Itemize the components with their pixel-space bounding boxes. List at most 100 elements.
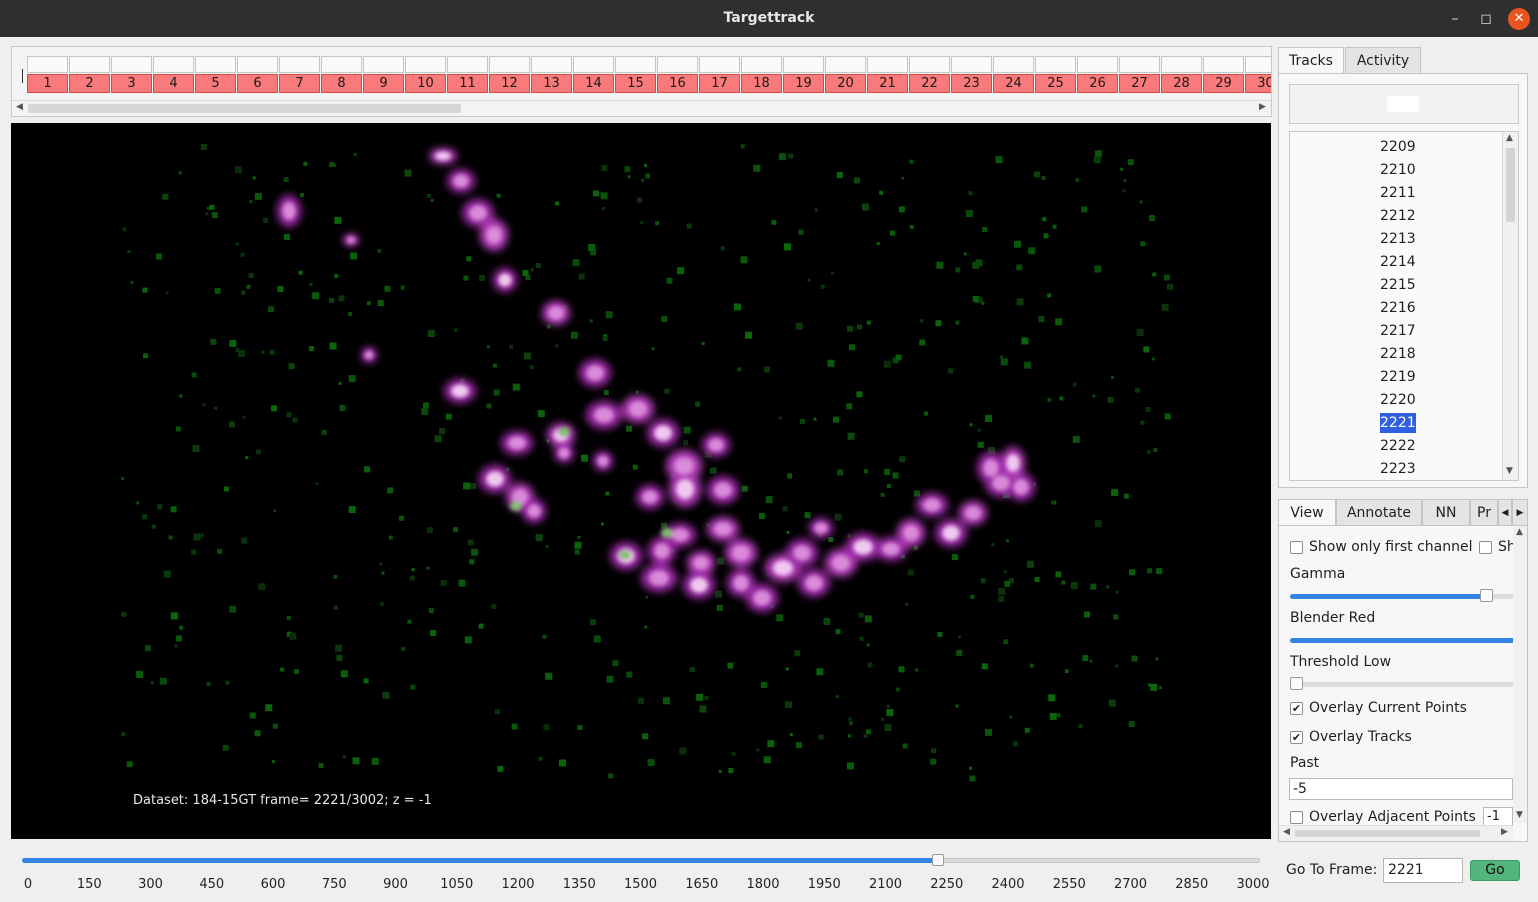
- frame-slot[interactable]: [195, 56, 236, 73]
- frame-cell-3[interactable]: 3: [111, 74, 152, 93]
- scroll-down-icon[interactable]: ▼: [1516, 810, 1523, 820]
- scrollbar-thumb[interactable]: [1506, 148, 1515, 222]
- scrollbar-thumb[interactable]: [28, 104, 461, 113]
- frame-strip-scrollbar[interactable]: ◀ ▶: [12, 100, 1271, 116]
- track-list-item[interactable]: 2217: [1380, 321, 1416, 341]
- frame-slot[interactable]: [867, 56, 908, 73]
- frame-slot[interactable]: [1161, 56, 1202, 73]
- frame-slot[interactable]: [153, 56, 194, 73]
- frame-cell-22[interactable]: 22: [909, 74, 950, 93]
- frame-slot[interactable]: [573, 56, 614, 73]
- frame-slot[interactable]: [1245, 56, 1271, 73]
- track-list-item[interactable]: 2222: [1380, 436, 1416, 456]
- frame-cell-12[interactable]: 12: [489, 74, 530, 93]
- frame-cell-2[interactable]: 2: [69, 74, 110, 93]
- frame-cell-23[interactable]: 23: [951, 74, 992, 93]
- frame-cell-24[interactable]: 24: [993, 74, 1034, 93]
- show-second-checkbox[interactable]: [1479, 541, 1492, 554]
- frame-slot[interactable]: [447, 56, 488, 73]
- past-input[interactable]: -5: [1289, 778, 1513, 800]
- frame-cell-16[interactable]: 16: [657, 74, 698, 93]
- track-list-item[interactable]: 2219: [1380, 367, 1416, 387]
- frame-cell-30[interactable]: 30: [1245, 74, 1271, 93]
- frame-cell-7[interactable]: 7: [279, 74, 320, 93]
- track-list-item[interactable]: 2218: [1380, 344, 1416, 364]
- track-list-item[interactable]: 2210: [1380, 160, 1416, 180]
- track-list-item[interactable]: 2213: [1380, 229, 1416, 249]
- frame-cell-1[interactable]: 1: [27, 74, 68, 93]
- frame-cell-27[interactable]: 27: [1119, 74, 1160, 93]
- tab-tracks[interactable]: Tracks: [1278, 47, 1344, 75]
- frame-cell-26[interactable]: 26: [1077, 74, 1118, 93]
- scroll-down-icon[interactable]: ▼: [1506, 466, 1513, 476]
- adjacent-points-input[interactable]: -1: [1483, 807, 1513, 827]
- frame-slot[interactable]: [741, 56, 782, 73]
- frame-cell-4[interactable]: 4: [153, 74, 194, 93]
- frame-slot[interactable]: [489, 56, 530, 73]
- frame-cell-11[interactable]: 11: [447, 74, 488, 93]
- track-list-item[interactable]: 2212: [1380, 206, 1416, 226]
- frame-cell-17[interactable]: 17: [699, 74, 740, 93]
- frame-slot[interactable]: [783, 56, 824, 73]
- frame-slot[interactable]: [699, 56, 740, 73]
- frame-slot[interactable]: [363, 56, 404, 73]
- frame-slot[interactable]: [1119, 56, 1160, 73]
- frame-slot[interactable]: [1035, 56, 1076, 73]
- frame-slot[interactable]: [237, 56, 278, 73]
- track-list[interactable]: 2209 2210 2211 2212 2213 2214 2215 2216 2217 2218…: [1289, 131, 1519, 481]
- frame-cell-10[interactable]: 10: [405, 74, 446, 93]
- frame-slider[interactable]: [22, 854, 1260, 866]
- frame-slot[interactable]: [909, 56, 950, 73]
- frame-slot[interactable]: [1077, 56, 1118, 73]
- tab-annotate[interactable]: Annotate: [1336, 499, 1422, 526]
- tab-view[interactable]: View: [1278, 499, 1336, 527]
- frame-cell-9[interactable]: 9: [363, 74, 404, 93]
- filter-input[interactable]: [1387, 96, 1419, 112]
- image-viewer[interactable]: Dataset: 184-15GT frame= 2221/3002; z = …: [11, 123, 1271, 839]
- frame-slot[interactable]: [657, 56, 698, 73]
- track-list-item[interactable]: 2214: [1380, 252, 1416, 272]
- overlay-current-points-checkbox[interactable]: ✔: [1290, 702, 1303, 715]
- view-panel-hscrollbar[interactable]: ◀ ▶: [1279, 825, 1513, 841]
- frame-slot[interactable]: [1203, 56, 1244, 73]
- track-list-scrollbar[interactable]: ▲ ▼: [1502, 132, 1518, 480]
- blender-red-slider[interactable]: [1290, 638, 1515, 643]
- show-first-channel-checkbox[interactable]: [1290, 541, 1303, 554]
- overlay-adjacent-points-checkbox[interactable]: [1290, 811, 1303, 824]
- slider-handle[interactable]: [931, 854, 944, 866]
- track-list-item[interactable]: 2215: [1380, 275, 1416, 295]
- frame-slot[interactable]: [531, 56, 572, 73]
- tab-pr[interactable]: Pr: [1470, 499, 1498, 526]
- track-filter-box[interactable]: [1289, 84, 1519, 124]
- scroll-right-icon[interactable]: ▶: [1259, 102, 1266, 112]
- track-list-item[interactable]: 2220: [1380, 390, 1416, 410]
- frame-cell-18[interactable]: 18: [741, 74, 782, 93]
- frame-cell-19[interactable]: 19: [783, 74, 824, 93]
- minimize-icon[interactable]: –: [1444, 8, 1466, 30]
- overlay-tracks-checkbox[interactable]: ✔: [1290, 731, 1303, 744]
- frame-cell-6[interactable]: 6: [237, 74, 278, 93]
- frame-cell-15[interactable]: 15: [615, 74, 656, 93]
- frame-slot[interactable]: [27, 56, 68, 73]
- go-button[interactable]: Go: [1470, 860, 1520, 881]
- close-icon[interactable]: ✕: [1508, 8, 1530, 30]
- frame-cell-25[interactable]: 25: [1035, 74, 1076, 93]
- frame-slot[interactable]: [321, 56, 362, 73]
- track-list-item[interactable]: 2216: [1380, 298, 1416, 318]
- frame-cell-5[interactable]: 5: [195, 74, 236, 93]
- frame-slot[interactable]: [405, 56, 446, 73]
- gamma-slider[interactable]: [1290, 589, 1515, 602]
- frame-cell-14[interactable]: 14: [573, 74, 614, 93]
- tab-activity[interactable]: Activity: [1345, 47, 1421, 74]
- frame-slot[interactable]: [951, 56, 992, 73]
- track-list-item[interactable]: 2221: [1380, 413, 1416, 433]
- view-panel-scrollbar[interactable]: ▲ ▼: [1513, 526, 1527, 823]
- frame-slot[interactable]: [69, 56, 110, 73]
- track-list-item[interactable]: 2211: [1380, 183, 1416, 203]
- tab-scroll-right-icon[interactable]: ▶: [1512, 499, 1528, 526]
- tab-scroll-left-icon[interactable]: ◀: [1498, 499, 1512, 526]
- goto-frame-input[interactable]: 2221: [1383, 858, 1463, 883]
- frame-cell-8[interactable]: 8: [321, 74, 362, 93]
- scroll-left-icon[interactable]: ◀: [16, 102, 23, 112]
- frame-cell-13[interactable]: 13: [531, 74, 572, 93]
